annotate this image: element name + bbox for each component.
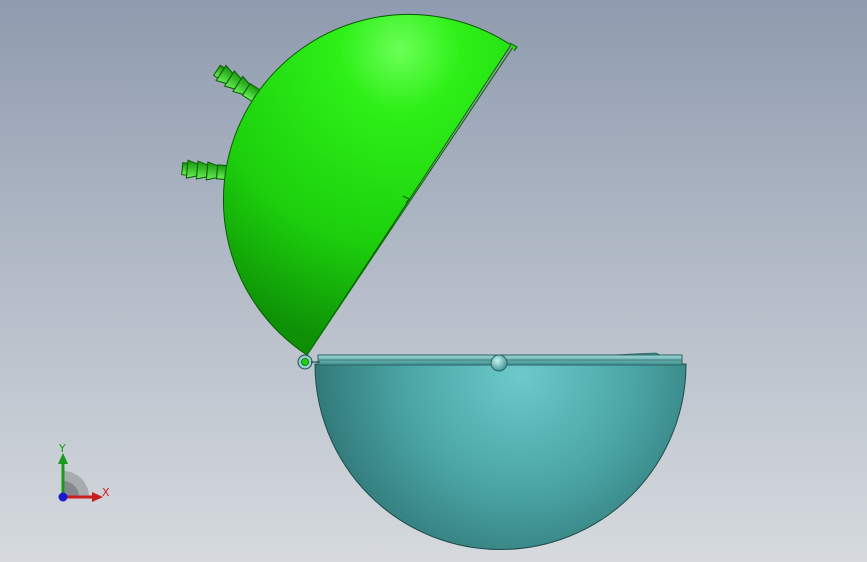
lid-shell[interactable]: [222, 13, 512, 356]
x-axis-label: X: [102, 486, 110, 499]
y-axis-label: Y: [59, 442, 66, 455]
z-axis: [58, 492, 68, 502]
triad-axes: [58, 453, 103, 502]
model-scene[interactable]: [0, 0, 867, 562]
reference-triad: Y X: [46, 440, 126, 510]
graphics-viewport[interactable]: Y X: [0, 0, 867, 562]
rim-knob[interactable]: [490, 354, 508, 372]
lid-hemisphere[interactable]: [222, 13, 518, 356]
base-hemisphere[interactable]: [314, 352, 687, 550]
latch-tab[interactable]: [611, 352, 661, 356]
base-shell[interactable]: [314, 363, 687, 550]
